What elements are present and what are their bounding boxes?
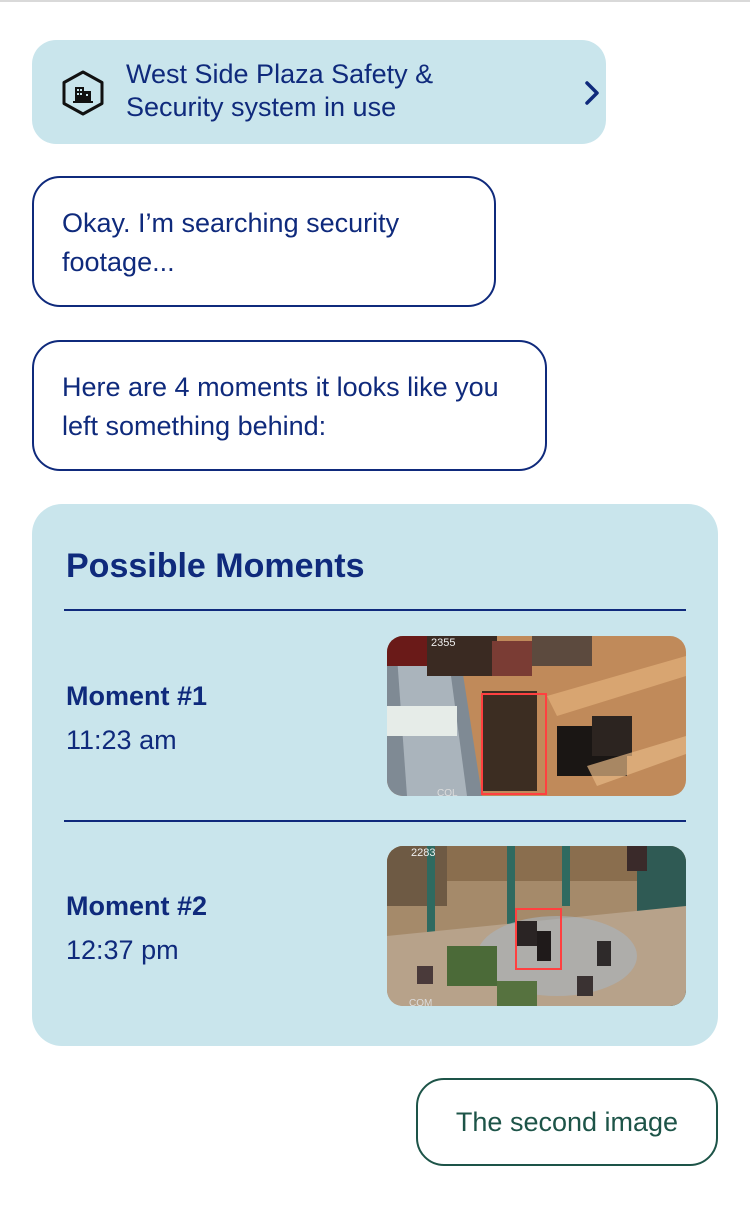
moment-thumbnail[interactable]: 2355 COL [387,636,686,796]
moment-time: 11:23 am [66,725,177,755]
security-system-banner[interactable]: West Side Plaza Safety & Security system… [32,40,606,144]
divider [64,820,686,822]
possible-moments-card: Possible Moments Moment #1 11:23 am 2355… [32,504,718,1046]
divider [64,609,686,611]
moment-thumbnail[interactable]: 2283 COM [387,846,686,1006]
moment-name: Moment #1 [66,681,208,711]
moment-item[interactable]: Moment #1 11:23 am 2355 COL [32,636,718,796]
assistant-message: Here are 4 moments it looks like you lef… [32,340,547,471]
thumbnail-overlay-text: 2355 [431,637,455,649]
thumbnail-watermark: COL [437,788,458,796]
moment-name: Moment #2 [66,891,208,921]
chevron-right-icon[interactable] [584,80,600,106]
assistant-message: Okay. I’m searching security footage... [32,176,496,307]
moment-item[interactable]: Moment #2 12:37 pm 2283 COM [32,846,718,1006]
user-reply-bubble[interactable]: The second image [416,1078,718,1166]
top-divider [0,0,750,2]
card-title: Possible Moments [66,547,365,585]
moment-time: 12:37 pm [66,935,179,965]
thumbnail-watermark: COM [409,998,432,1006]
building-hexagon-icon [62,70,104,116]
thumbnail-overlay-text: 2283 [411,847,435,859]
banner-text: West Side Plaza Safety & Security system… [126,59,434,122]
